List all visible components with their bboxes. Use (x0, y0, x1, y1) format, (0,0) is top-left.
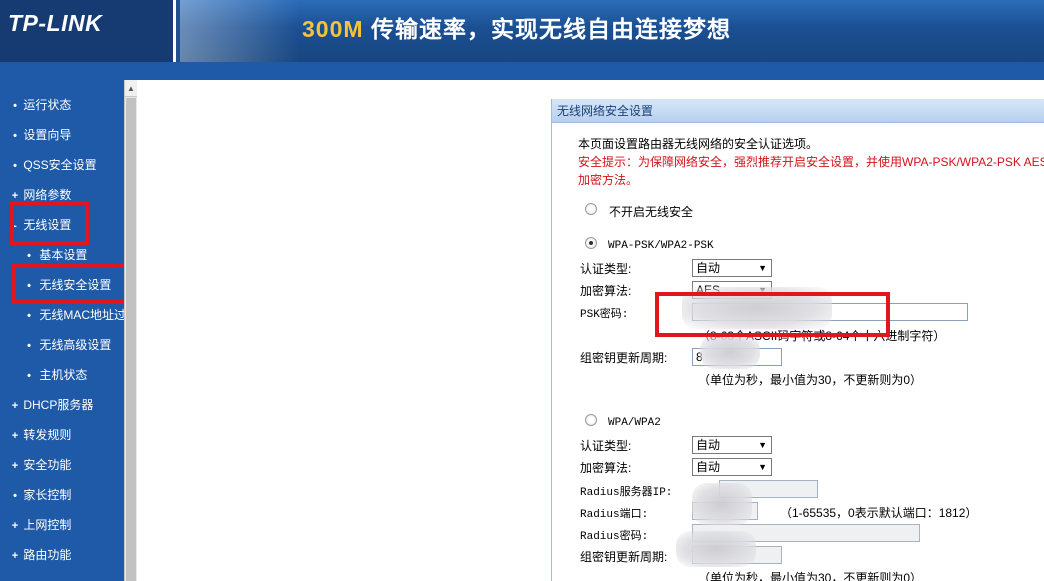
intro-text: 本页面设置路由器无线网络的安全认证选项。 (578, 137, 819, 151)
expand-icon: + (11, 430, 19, 442)
expand-icon: + (11, 400, 19, 412)
dropdown-arrow-icon: ▼ (758, 263, 767, 273)
radius-ip-label: Radius服务器IP: (580, 487, 673, 499)
highlight-box-wireless-security (12, 264, 124, 304)
sidebar-item-label: 无线高级设置 (39, 338, 112, 352)
wpa-rekey-hint: （单位为秒，最小值为30，不更新则为0） (698, 571, 923, 581)
sidebar-item-qss[interactable]: • QSS安全设置 (0, 150, 124, 180)
psk-password-label: PSK密码: (580, 309, 629, 321)
sidebar-item-parental[interactable]: • 家长控制 (0, 480, 124, 510)
highlight-box-psk-password (655, 292, 890, 337)
bullet-icon: • (27, 310, 31, 322)
sidebar-item-wizard[interactable]: • 设置向导 (0, 120, 124, 150)
sidebar-item-dhcp[interactable]: + DHCP服务器 (0, 390, 124, 420)
radius-password-label: Radius密码: (580, 531, 649, 543)
redaction-blur (700, 335, 760, 369)
bullet-icon: • (13, 160, 17, 172)
radius-port-hint: （1-65535，0表示默认端口：1812） (780, 506, 978, 520)
psk-enc-label: 加密算法: (580, 284, 632, 298)
banner-speed: 300M (302, 16, 364, 42)
sidebar-item-routing[interactable]: + 路由功能 (0, 540, 124, 570)
sidebar-item-label: 主机状态 (39, 368, 88, 382)
header-strip (0, 62, 1044, 80)
option-wpa-label: WPA/WPA2 (608, 417, 661, 429)
option-disable-label: 不开启无线安全 (609, 205, 694, 219)
scroll-thumb[interactable] (126, 98, 136, 581)
psk-rekey-hint: （单位为秒，最小值为30，不更新则为0） (698, 373, 923, 387)
sidebar-item-forwarding[interactable]: + 转发规则 (0, 420, 124, 450)
radio-wpa-psk[interactable] (585, 237, 597, 249)
wpa-enc-label: 加密算法: (580, 461, 632, 475)
sidebar-item-label: 路由功能 (23, 548, 72, 562)
banner: 300M 传输速率，实现无线自由连接梦想 (180, 0, 1044, 62)
sidebar-item-label: 家长控制 (23, 488, 72, 502)
header-bar: TP-LINK 300M 传输速率，实现无线自由连接梦想 (0, 0, 1044, 62)
expand-icon: + (11, 460, 19, 472)
radius-port-label: Radius端口: (580, 509, 649, 521)
redaction-blur (692, 483, 752, 525)
wpa-enc-select[interactable]: 自动 ▼ (692, 458, 772, 476)
sidebar-item-label: 基本设置 (39, 248, 88, 262)
psk-auth-label: 认证类型: (580, 262, 632, 276)
sidebar-scrollbar[interactable]: ▲ (124, 80, 137, 581)
scroll-up-arrow-icon[interactable]: ▲ (125, 80, 137, 97)
highlight-box-wireless (10, 201, 89, 245)
dropdown-arrow-icon: ▼ (758, 462, 767, 472)
bullet-icon: • (27, 370, 31, 382)
sidebar-item-label: 转发规则 (23, 428, 72, 442)
bullet-icon: • (13, 130, 17, 142)
expand-icon: + (11, 520, 19, 532)
sidebar-item-label: DHCP服务器 (23, 398, 94, 412)
sidebar-item-status[interactable]: • 运行状态 (0, 90, 124, 120)
wpa-enc-value: 自动 (696, 460, 721, 474)
sidebar-item-access-control[interactable]: + 上网控制 (0, 510, 124, 540)
banner-glow (180, 0, 300, 62)
wpa-auth-select[interactable]: 自动 ▼ (692, 436, 772, 454)
sidebar-item-label: 上网控制 (23, 518, 72, 532)
wpa-auth-label: 认证类型: (580, 439, 632, 453)
sidebar-item-label: 设置向导 (23, 128, 72, 142)
psk-rekey-label: 组密钥更新周期: (580, 351, 668, 365)
wireless-security-panel: 无线网络安全设置 本页面设置路由器无线网络的安全认证选项。 安全提示：为保障网络… (551, 99, 1044, 581)
sidebar-item-label: 安全功能 (23, 458, 72, 472)
psk-auth-value: 自动 (696, 261, 721, 275)
warning-text-cont: 加密方法。 (578, 173, 639, 187)
sidebar-item-label: QSS安全设置 (23, 158, 97, 172)
sidebar-item-host-status[interactable]: • 主机状态 (0, 360, 124, 390)
sidebar-nav: • 运行状态 • 设置向导 • QSS安全设置 + 网络参数 - 无线设置 • … (0, 80, 124, 581)
tp-link-logo: TP-LINK (8, 10, 103, 36)
option-psk-label: WPA-PSK/WPA2-PSK (608, 240, 714, 252)
radio-wpa[interactable] (585, 414, 597, 426)
expand-icon: + (11, 550, 19, 562)
panel-title: 无线网络安全设置 (552, 99, 1044, 123)
banner-slogan: 300M 传输速率，实现无线自由连接梦想 (302, 10, 731, 44)
bullet-icon: • (27, 340, 31, 352)
sidebar-item-security[interactable]: + 安全功能 (0, 450, 124, 480)
wpa-rekey-label: 组密钥更新周期: (580, 550, 668, 564)
logo-area: TP-LINK (0, 0, 176, 62)
sidebar-item-wireless-advanced[interactable]: • 无线高级设置 (0, 330, 124, 360)
sidebar-item-label: 网络参数 (23, 188, 72, 202)
wpa-auth-value: 自动 (696, 438, 721, 452)
sidebar-item-mac-filter[interactable]: • 无线MAC地址过滤 (0, 300, 124, 330)
dropdown-arrow-icon: ▼ (758, 440, 767, 450)
radio-disable-security[interactable] (585, 203, 597, 215)
banner-slogan-text: 传输速率，实现无线自由连接梦想 (370, 16, 731, 42)
sidebar-item-label: 无线MAC地址过滤 (39, 308, 124, 322)
sidebar-item-label: 运行状态 (23, 98, 72, 112)
bullet-icon: • (13, 100, 17, 112)
redaction-blur (676, 531, 756, 567)
psk-auth-select[interactable]: 自动 ▼ (692, 259, 772, 277)
warning-text: 安全提示：为保障网络安全，强烈推荐开启安全设置，并使用WPA-PSK/WPA2-… (578, 155, 1044, 169)
bullet-icon: • (13, 490, 17, 502)
